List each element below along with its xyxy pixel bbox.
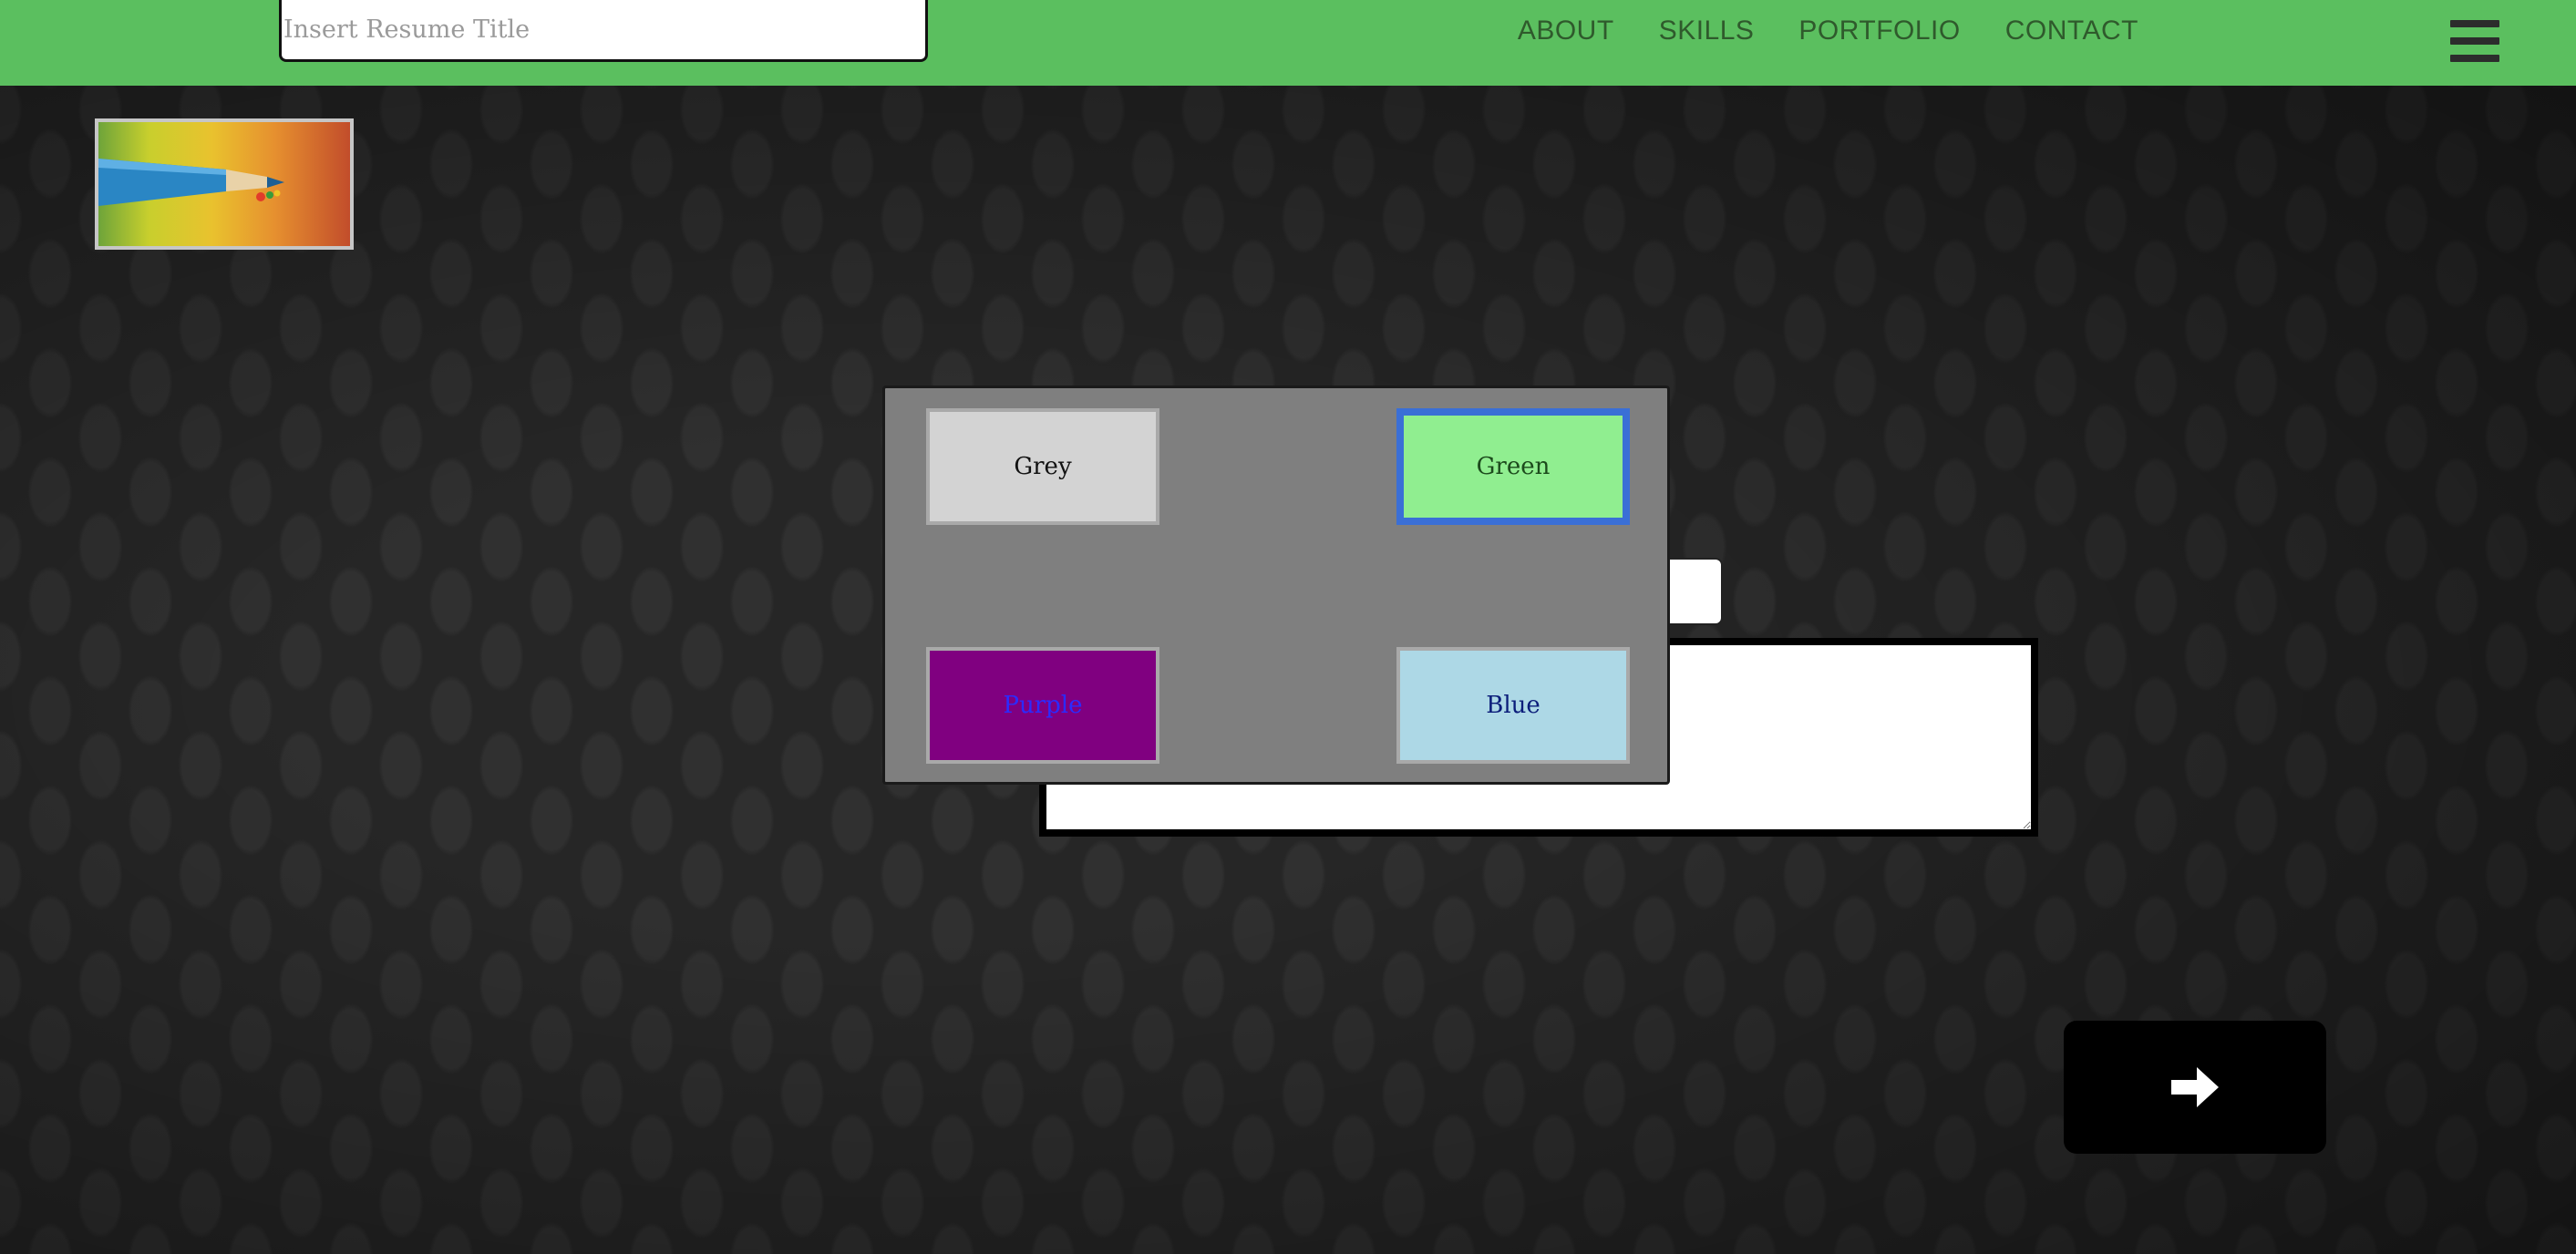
color-option-green[interactable]: Green bbox=[1396, 408, 1630, 525]
color-option-grey[interactable]: Grey bbox=[926, 408, 1159, 525]
resume-title-input[interactable] bbox=[279, 0, 928, 62]
arrow-right-icon bbox=[2171, 1067, 2219, 1107]
color-picker-modal: Grey Green Purple Blue bbox=[882, 385, 1670, 785]
next-button[interactable] bbox=[2064, 1021, 2326, 1154]
nav-link-contact[interactable]: CONTACT bbox=[2005, 15, 2138, 46]
hamburger-menu-icon[interactable] bbox=[2450, 20, 2499, 62]
nav-link-skills[interactable]: SKILLS bbox=[1659, 15, 1755, 46]
main-nav: ABOUT SKILLS PORTFOLIO CONTACT bbox=[1518, 0, 2138, 62]
top-nav-bar: ABOUT SKILLS PORTFOLIO CONTACT bbox=[0, 0, 2576, 86]
color-option-blue[interactable]: Blue bbox=[1396, 647, 1630, 764]
nav-link-about[interactable]: ABOUT bbox=[1518, 15, 1614, 46]
nav-link-portfolio[interactable]: PORTFOLIO bbox=[1798, 15, 1960, 46]
colored-pencil-logo bbox=[95, 118, 354, 250]
color-option-purple[interactable]: Purple bbox=[926, 647, 1159, 764]
